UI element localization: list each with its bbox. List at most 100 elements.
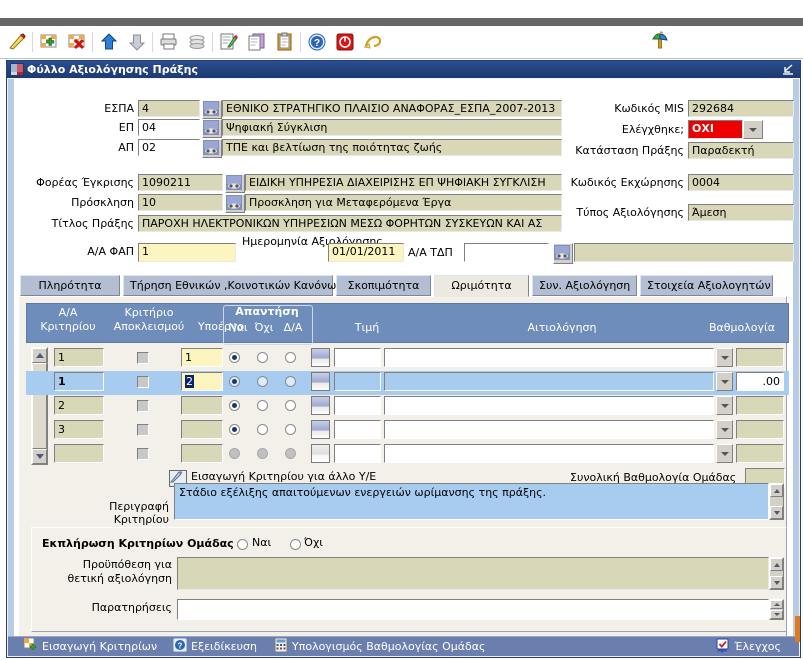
lov-timi-icon[interactable] [311, 420, 330, 439]
lov-timi-icon[interactable] [311, 348, 330, 367]
field-foreas-desc[interactable]: ΕΙΔΙΚΗ ΥΠΗΡΕΣΙΑ ΔΙΑΧΕΙΡΙΣΗΣ ΕΠ ΨΗΦΙΑΚΗ Σ… [245, 174, 562, 191]
cell-ypoergo[interactable] [181, 444, 223, 463]
lov-timi-icon[interactable] [311, 396, 330, 415]
field-kodikos-mis[interactable]: 292684 [688, 100, 794, 117]
cell-vathmologia[interactable] [736, 444, 784, 463]
field-ap-code[interactable]: 02 [138, 139, 200, 156]
field-typos-axiologisis[interactable]: Άμεση [688, 204, 794, 221]
specialization-button[interactable]: ? Εξειδίκευση [171, 637, 259, 655]
remarks-scrollbar[interactable] [769, 599, 784, 620]
radio-nai[interactable] [229, 376, 240, 387]
cell-aa-kritiriou[interactable]: 3 [54, 420, 104, 439]
radio-oxi[interactable] [257, 376, 268, 387]
radio-da[interactable] [285, 400, 296, 411]
checkbox-kritirio-apokleismou[interactable] [137, 376, 149, 388]
spinner-aitiologisi-icon[interactable] [716, 420, 733, 439]
cell-aa-kritiriou[interactable]: 2 [54, 396, 104, 415]
cell-aitiologisi[interactable] [384, 396, 714, 415]
calc-group-score-button[interactable]: Υπολογισμός Βαθμολογίας Ομάδας [272, 637, 487, 655]
criterion-description-scrollbar[interactable] [769, 483, 784, 520]
radio-nai[interactable] [229, 400, 240, 411]
checkbox-kritirio-apokleismou[interactable] [137, 352, 149, 364]
query-pencil-icon[interactable] [4, 29, 30, 55]
dropdown-elegxthike-icon[interactable] [743, 120, 763, 139]
add-row-icon[interactable] [36, 29, 62, 55]
tab-skopimotita[interactable]: Σκοπιμότητα [336, 275, 431, 296]
table-row[interactable]: 1 1 [26, 347, 789, 371]
copy-icon[interactable] [244, 29, 270, 55]
validate-button[interactable]: Έλεγχος [713, 638, 783, 655]
table-row[interactable]: 1 2 .00 [26, 371, 789, 395]
tree-hierarchy-icon[interactable] [648, 29, 672, 53]
radio-da[interactable] [285, 376, 296, 387]
field-precondition[interactable] [177, 557, 769, 590]
cell-aitiologisi[interactable] [384, 372, 714, 391]
cell-vathmologia[interactable]: .00 [736, 372, 784, 391]
tab-tirisi-kanonon[interactable]: Τήρηση Εθνικών ,Κοινοτικών Κανόνων [123, 275, 343, 296]
cell-aitiologisi[interactable] [384, 420, 714, 439]
table-row[interactable]: 3 [26, 419, 789, 443]
exit-icon[interactable] [332, 29, 358, 55]
checkbox-kritirio-apokleismou[interactable] [137, 400, 149, 412]
help-icon[interactable]: ? [304, 29, 330, 55]
restore-window-icon[interactable] [781, 63, 795, 76]
cell-timi[interactable] [334, 372, 381, 391]
field-prosklisi-desc[interactable]: Προσκληση για Μεταφερόμενα Έργα [245, 194, 562, 211]
stack-icon[interactable] [184, 29, 210, 55]
radio-oxi[interactable] [257, 424, 268, 435]
field-aa-fap[interactable]: 1 [138, 243, 236, 262]
tab-stoixeia-axiologiton[interactable]: Στοιχεία Αξιολογητών [640, 275, 773, 296]
insert-criteria-button[interactable]: Εισαγωγή Κριτηρίων [22, 637, 159, 655]
checkbox-kritirio-apokleismou[interactable] [137, 448, 149, 460]
field-tdp-desc[interactable] [574, 243, 794, 262]
cell-aitiologisi[interactable] [384, 348, 714, 367]
field-remarks[interactable] [177, 599, 769, 620]
spinner-aitiologisi-icon[interactable] [716, 348, 733, 367]
cell-ypoergo[interactable] [181, 396, 223, 415]
field-prosklisi-code[interactable]: 10 [138, 194, 223, 211]
lov-ap-icon[interactable] [202, 139, 222, 158]
lov-timi-icon[interactable] [311, 372, 330, 391]
cell-aa-kritiriou[interactable]: 1 [54, 348, 104, 367]
radio-nai[interactable] [229, 352, 240, 363]
field-aa-tdp[interactable] [464, 243, 549, 262]
table-row[interactable] [26, 443, 789, 467]
field-ap-desc[interactable]: ΤΠΕ και βελτίωση της ποιότητας ζωής [222, 139, 562, 156]
radio-da[interactable] [285, 352, 296, 363]
lov-prosklisi-icon[interactable] [225, 194, 245, 213]
delete-row-icon[interactable] [64, 29, 90, 55]
print-icon[interactable] [156, 29, 182, 55]
cell-timi[interactable] [334, 348, 381, 367]
cell-aa-kritiriou[interactable]: 1 [54, 372, 104, 391]
radio-group-fulfilment-no[interactable] [290, 539, 301, 550]
cell-ypoergo[interactable]: 1 [181, 348, 223, 367]
cell-aa-kritiriou[interactable] [54, 444, 104, 463]
radio-oxi[interactable] [257, 352, 268, 363]
field-imerominia-axiologisis[interactable]: 01/01/2011 [328, 243, 404, 262]
radio-oxi[interactable] [257, 400, 268, 411]
field-ep-code[interactable]: 04 [138, 119, 200, 136]
cell-timi[interactable] [334, 420, 381, 439]
lov-espa-icon[interactable] [202, 100, 222, 119]
spinner-aitiologisi-icon[interactable] [716, 372, 733, 391]
paste-clipboard-icon[interactable] [272, 29, 298, 55]
tab-plirotita[interactable]: Πληρότητα [20, 275, 120, 296]
lov-tdp-icon[interactable] [553, 243, 573, 264]
radio-group-fulfilment-yes[interactable] [237, 539, 248, 550]
lov-foreas-icon[interactable] [225, 174, 245, 193]
precondition-scrollbar[interactable] [769, 557, 784, 590]
cell-ypoergo[interactable] [181, 420, 223, 439]
cell-vathmologia[interactable] [736, 348, 784, 367]
cell-aitiologisi[interactable] [384, 444, 714, 463]
cell-ypoergo[interactable]: 2 [181, 372, 223, 391]
cell-timi[interactable] [334, 396, 381, 415]
tab-syn-axiologisi[interactable]: Συν. Αξιολόγηση [532, 275, 637, 296]
field-elegxthike[interactable]: ΟΧΙ [688, 120, 743, 139]
field-espa-desc[interactable]: ΕΘΝΙΚΟ ΣΤΡΑΤΗΓΙΚΟ ΠΛΑΙΣΙΟ ΑΝΑΦΟΡΑΣ_ΕΣΠΑ_… [222, 100, 562, 117]
radio-nai[interactable] [229, 424, 240, 435]
spinner-aitiologisi-icon[interactable] [716, 444, 733, 463]
field-kodikos-ekxorisis[interactable]: 0004 [688, 174, 794, 191]
field-titlos-praxis[interactable]: ΠΑΡΟΧΗ ΗΛΕΚΤΡΟΝΙΚΩΝ ΥΠΗΡΕΣΙΩΝ ΜΕΣΩ ΦΟΡΗΤ… [138, 215, 562, 232]
field-ep-desc[interactable]: Ψηφιακή Σύγκλιση [222, 119, 562, 136]
spinner-aitiologisi-icon[interactable] [716, 396, 733, 415]
